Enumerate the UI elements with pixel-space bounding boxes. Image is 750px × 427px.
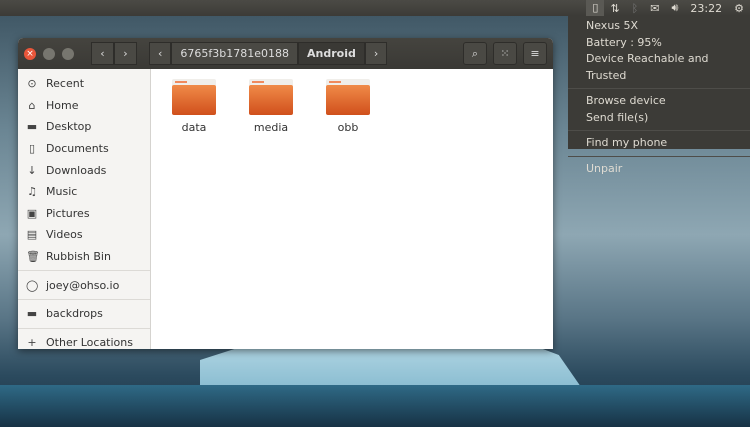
folder-item[interactable]: data (172, 79, 216, 349)
sidebar-item-label: Videos (46, 228, 83, 242)
sea (0, 385, 750, 427)
folder-icon: ▬ (26, 120, 38, 134)
sidebar-item-rubbish-bin[interactable]: 🗑 Rubbish Bin (18, 246, 150, 268)
device-status: Device Reachable and Trusted (586, 52, 709, 82)
sidebar-item-label: Desktop (46, 120, 92, 134)
forward-button[interactable]: › (114, 42, 137, 65)
file-manager-window: × ‹ › ‹ 6765f3b1781e0188 Android › ⌕ ⁙ ≡… (18, 38, 553, 349)
sidebar-item-other-locations[interactable]: + Other Locations (18, 332, 150, 349)
volume-icon[interactable]: 🔊︎ (665, 1, 684, 15)
close-button[interactable]: × (24, 47, 36, 60)
unpair-item[interactable]: Unpair (568, 161, 750, 178)
sidebar-item-label: Recent (46, 77, 85, 91)
back-button[interactable]: ‹ (91, 42, 114, 65)
camera-icon: ▣ (26, 206, 38, 220)
view-grid-button[interactable]: ⁙ (493, 42, 517, 65)
sidebar-item-backdrops[interactable]: ▬ backdrops (18, 303, 150, 325)
folder-icon (326, 79, 370, 115)
top-panel: ▯ ⇅ ᛒ ✉ 🔊︎ 23:22 ⚙ (0, 0, 750, 16)
network-icon[interactable]: ⇅ (604, 2, 625, 15)
clock[interactable]: 23:22 (684, 2, 728, 15)
sidebar-item-account[interactable]: ◯ joey@ohso.io (18, 274, 150, 296)
maximize-button[interactable] (62, 47, 74, 60)
search-button[interactable]: ⌕ (463, 42, 487, 65)
sidebar-item-label: joey@ohso.io (46, 278, 120, 292)
mail-icon[interactable]: ✉ (644, 2, 665, 15)
sidebar-item-label: Other Locations (46, 335, 133, 349)
browse-device-item[interactable]: Browse device (568, 93, 750, 110)
breadcrumb-device[interactable]: 6765f3b1781e0188 (171, 42, 299, 65)
gear-icon[interactable]: ⚙ (728, 2, 750, 15)
download-icon: ↓ (27, 163, 37, 177)
folder-icon (172, 79, 216, 115)
home-icon: ⌂ (28, 98, 36, 112)
sidebar-item-label: Documents (46, 142, 109, 156)
breadcrumb: ‹ 6765f3b1781e0188 Android › (149, 42, 388, 65)
breadcrumb-left-arrow[interactable]: ‹ (149, 42, 172, 65)
folder-item[interactable]: media (249, 79, 293, 349)
sidebar-item-label: Downloads (46, 163, 107, 177)
sidebar-item-label: Music (46, 185, 78, 199)
device-name: Nexus 5X (586, 19, 639, 32)
sidebar-item-recent[interactable]: ⊙ Recent (18, 73, 150, 95)
menu-button[interactable]: ≡ (523, 42, 547, 65)
sidebar-item-label: Home (46, 98, 79, 112)
folder-name: media (253, 121, 289, 134)
folder-name: data (181, 121, 207, 134)
phone-indicator-icon[interactable]: ▯ (586, 0, 605, 16)
plus-icon: + (27, 335, 37, 349)
sidebar-item-label: Pictures (46, 206, 90, 220)
minimize-button[interactable] (43, 47, 55, 60)
folder-icon (249, 79, 293, 115)
sidebar-item-pictures[interactable]: ▣ Pictures (18, 203, 150, 225)
clock-icon: ⊙ (27, 77, 37, 91)
sidebar-item-desktop[interactable]: ▬ Desktop (18, 116, 150, 138)
send-files-item[interactable]: Send file(s) (568, 110, 750, 127)
sidebar-item-downloads[interactable]: ↓ Downloads (18, 159, 150, 181)
sidebar: ⊙ Recent ⌂ Home ▬ Desktop ▯ Documents ↓ Downl… (18, 69, 151, 349)
sidebar-item-music[interactable]: ♫ Music (18, 181, 150, 203)
sidebar-item-home[interactable]: ⌂ Home (18, 95, 150, 117)
account-icon: ◯ (26, 278, 39, 292)
find-phone-item[interactable]: Find my phone (568, 135, 750, 152)
sidebar-item-videos[interactable]: ▤ Videos (18, 224, 150, 246)
sidebar-item-label: backdrops (46, 307, 103, 321)
folder-item[interactable]: obb (326, 79, 370, 349)
document-icon: ▯ (28, 142, 36, 156)
bluetooth-icon[interactable]: ᛒ (626, 2, 645, 15)
trash-icon: 🗑 (26, 250, 40, 264)
sidebar-item-documents[interactable]: ▯ Documents (18, 138, 150, 160)
sidebar-item-label: Rubbish Bin (46, 250, 111, 264)
battery-status: Battery : 95% (586, 35, 662, 49)
breadcrumb-right-arrow[interactable]: › (364, 42, 388, 65)
device-menu: Nexus 5X Battery : 95% Device Reachable … (568, 16, 750, 175)
header-bar: × ‹ › ‹ 6765f3b1781e0188 Android › ⌕ ⁙ ≡ (18, 38, 553, 69)
breadcrumb-android[interactable]: Android (298, 42, 365, 65)
folder-name: obb (337, 121, 359, 134)
file-view: data media obb (151, 69, 553, 349)
video-icon: ▤ (26, 228, 38, 242)
folder-icon: ▬ (26, 307, 38, 321)
music-icon: ♫ (27, 185, 37, 199)
